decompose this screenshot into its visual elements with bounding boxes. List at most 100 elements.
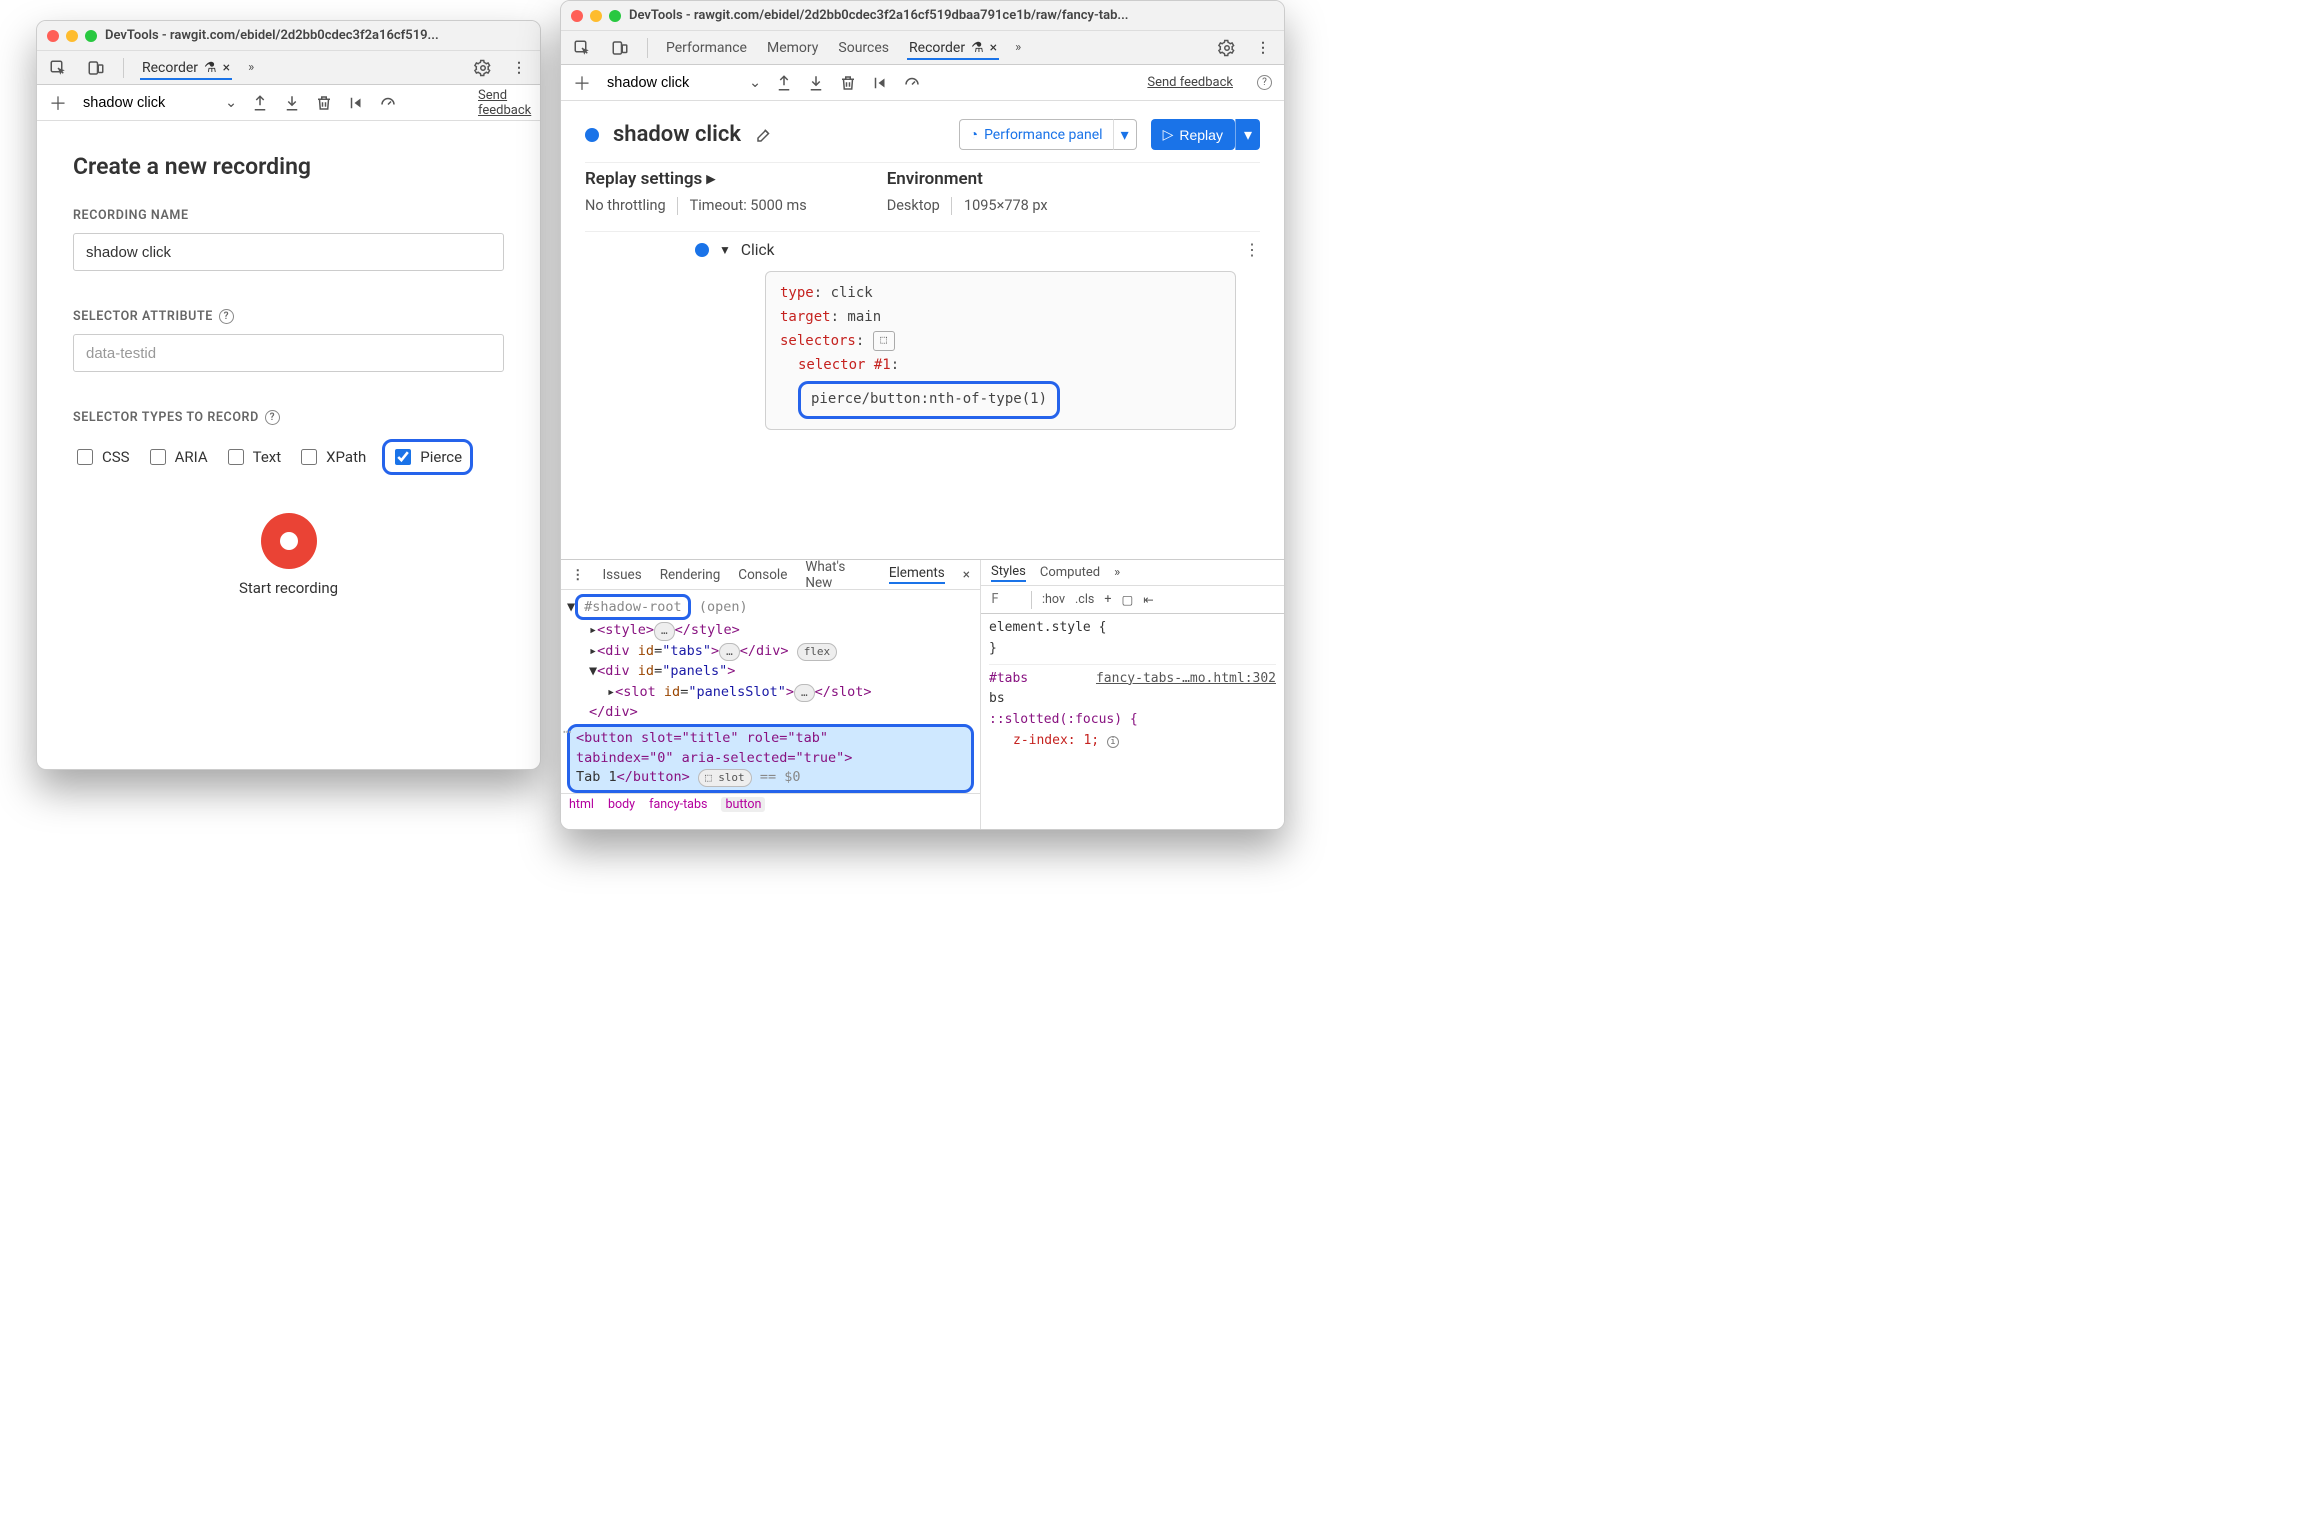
styles-filter-input[interactable] bbox=[989, 591, 1021, 608]
titlebar: DevTools - rawgit.com/ebidel/2d2bb0cdec3… bbox=[561, 1, 1284, 31]
chevron-down-icon[interactable]: ⌄ bbox=[225, 94, 237, 111]
add-recording-icon[interactable]: ＋ bbox=[49, 90, 67, 116]
flask-icon: ⚗︎ bbox=[971, 40, 984, 56]
environment-heading: Environment bbox=[887, 169, 1048, 189]
traffic-lights bbox=[47, 30, 97, 42]
styles-rules[interactable]: element.style { } #tabsfancy-tabs-…mo.ht… bbox=[981, 614, 1284, 756]
zoom-dot[interactable] bbox=[85, 30, 97, 42]
checkbox-pierce[interactable]: Pierce bbox=[382, 439, 473, 475]
close-tab-icon[interactable]: × bbox=[990, 40, 997, 56]
hov-toggle[interactable]: :hov bbox=[1042, 592, 1065, 607]
tab-recorder[interactable]: Recorder⚗︎× bbox=[907, 36, 999, 60]
device-toggle-icon[interactable] bbox=[85, 57, 107, 79]
help-icon[interactable]: ? bbox=[265, 410, 280, 425]
device-toggle-icon[interactable] bbox=[609, 37, 631, 59]
cls-toggle[interactable]: .cls bbox=[1075, 592, 1094, 607]
recording-name-label: RECORDING NAME bbox=[73, 208, 504, 223]
minimize-dot[interactable] bbox=[66, 30, 78, 42]
step-icon[interactable] bbox=[871, 74, 889, 92]
chevron-down-icon[interactable]: ▾ bbox=[1235, 119, 1260, 150]
source-link[interactable]: fancy-tabs-…mo.html:302 bbox=[1096, 669, 1276, 690]
speed-icon[interactable] bbox=[903, 74, 921, 92]
delete-icon[interactable] bbox=[839, 74, 857, 92]
inspect-icon[interactable] bbox=[571, 37, 593, 59]
drawer-tab-elements[interactable]: Elements bbox=[889, 565, 945, 584]
minimize-dot[interactable] bbox=[590, 10, 602, 22]
chevron-down-icon[interactable]: ▾ bbox=[1113, 119, 1137, 150]
replay-settings-heading[interactable]: Replay settings bbox=[585, 169, 702, 189]
checkbox-xpath[interactable]: XPath bbox=[297, 439, 366, 475]
info-icon[interactable]: i bbox=[1107, 736, 1119, 748]
drawer-tab-rendering[interactable]: Rendering bbox=[660, 567, 721, 583]
overflow-tabs-icon[interactable]: » bbox=[248, 60, 254, 75]
help-icon[interactable]: ? bbox=[219, 309, 234, 324]
tab-sources[interactable]: Sources bbox=[836, 36, 891, 60]
kebab-menu-icon[interactable]: ⋮ bbox=[1252, 37, 1274, 59]
checkbox-css[interactable]: CSS bbox=[73, 439, 130, 475]
drawer-tab-whatsnew[interactable]: What's New bbox=[805, 559, 870, 591]
settings-gear-icon[interactable] bbox=[472, 57, 494, 79]
replay-button[interactable]: ▷Replay ▾ bbox=[1151, 119, 1260, 150]
recording-name-input[interactable] bbox=[73, 233, 504, 271]
start-recording-button[interactable] bbox=[261, 513, 317, 569]
import-icon[interactable] bbox=[283, 94, 301, 112]
selector-pill: pierce/button:nth-of-type(1) bbox=[798, 381, 1060, 419]
delete-icon[interactable] bbox=[315, 94, 333, 112]
kebab-menu-icon[interactable]: ⋮ bbox=[1244, 240, 1260, 259]
close-tab-icon[interactable]: × bbox=[223, 60, 230, 76]
chevron-down-icon: ▼ bbox=[719, 243, 731, 257]
speed-icon[interactable] bbox=[379, 94, 397, 112]
recorder-toolbar: ＋ ⌄ Send feedback bbox=[37, 85, 540, 121]
help-icon[interactable]: ? bbox=[1257, 75, 1272, 90]
chevron-down-icon[interactable]: ⌄ bbox=[749, 74, 761, 91]
export-icon[interactable] bbox=[775, 74, 793, 92]
recording-dropdown[interactable] bbox=[81, 94, 211, 112]
performance-panel-button[interactable]: ◔Performance panel ▾ bbox=[959, 119, 1137, 150]
step-header[interactable]: ▼ Click ⋮ bbox=[585, 232, 1260, 267]
selector-attribute-input[interactable] bbox=[73, 334, 504, 372]
env-dimensions: 1095×778 px bbox=[964, 197, 1048, 214]
settings-gear-icon[interactable] bbox=[1216, 37, 1238, 59]
shadow-root-badge: #shadow-root bbox=[575, 594, 691, 620]
dom-breadcrumbs[interactable]: html body fancy-tabs button bbox=[561, 793, 980, 815]
tab-styles[interactable]: Styles bbox=[991, 564, 1026, 582]
send-feedback-link[interactable]: Send feedback bbox=[478, 88, 528, 118]
drawer-tab-console[interactable]: Console bbox=[738, 567, 787, 583]
drawer-tab-issues[interactable]: Issues bbox=[603, 567, 642, 583]
close-dot[interactable] bbox=[47, 30, 59, 42]
overflow-tabs-icon[interactable]: » bbox=[1015, 40, 1021, 55]
selector-picker-icon[interactable]: ⬚ bbox=[873, 331, 895, 351]
close-dot[interactable] bbox=[571, 10, 583, 22]
close-drawer-icon[interactable]: × bbox=[963, 567, 970, 583]
kebab-menu-icon[interactable]: ⋮ bbox=[508, 57, 530, 79]
checkbox-text[interactable]: Text bbox=[224, 439, 282, 475]
import-icon[interactable] bbox=[807, 74, 825, 92]
send-feedback-link[interactable]: Send feedback bbox=[1147, 75, 1233, 90]
overflow-tabs-icon[interactable]: » bbox=[1114, 565, 1120, 580]
edit-icon[interactable] bbox=[755, 126, 773, 144]
flex-badge[interactable]: flex bbox=[797, 643, 838, 662]
recording-dropdown[interactable] bbox=[605, 74, 735, 92]
window-title: DevTools - rawgit.com/ebidel/2d2bb0cdec3… bbox=[629, 8, 1274, 23]
computed-sidebar-icon[interactable]: ▢ bbox=[1121, 592, 1133, 608]
step-icon[interactable] bbox=[347, 94, 365, 112]
step-dot bbox=[695, 243, 709, 257]
drawer-tab-bar: ⋮ Issues Rendering Console What's New El… bbox=[561, 560, 980, 590]
toggle-sidebar-icon[interactable]: ⇤ bbox=[1143, 592, 1153, 608]
styles-sub-tabs: Styles Computed » bbox=[981, 560, 1284, 586]
inspect-icon[interactable] bbox=[47, 57, 69, 79]
kebab-menu-icon[interactable]: ⋮ bbox=[571, 567, 585, 583]
add-recording-icon[interactable]: ＋ bbox=[573, 70, 591, 96]
tab-computed[interactable]: Computed bbox=[1040, 565, 1100, 580]
new-rule-icon[interactable]: + bbox=[1104, 592, 1111, 607]
tab-memory[interactable]: Memory bbox=[765, 36, 820, 60]
tab-recorder[interactable]: Recorder ⚗︎ × bbox=[140, 56, 232, 80]
dom-tree[interactable]: ▼#shadow-root (open) ▸<style>…</style> ▸… bbox=[561, 590, 980, 793]
tab-performance[interactable]: Performance bbox=[664, 36, 749, 60]
checkbox-aria[interactable]: ARIA bbox=[146, 439, 208, 475]
zoom-dot[interactable] bbox=[609, 10, 621, 22]
export-icon[interactable] bbox=[251, 94, 269, 112]
traffic-lights bbox=[571, 10, 621, 22]
devtools-tab-bar: Performance Memory Sources Recorder⚗︎× »… bbox=[561, 31, 1284, 65]
selected-dom-node[interactable]: <button slot="title" role="tab" tabindex… bbox=[567, 724, 974, 793]
